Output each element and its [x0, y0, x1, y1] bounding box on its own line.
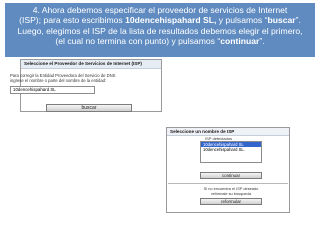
refine-button-label: reformular: [220, 199, 241, 204]
instruction-line-4: (el cual no termina con punto) y pulsamo…: [5, 36, 315, 46]
search-button[interactable]: buscar: [46, 104, 132, 112]
refine-button[interactable]: reformular: [200, 198, 262, 205]
instruction-line-2: (ISP); para esto escribimos 10dencehispa…: [5, 15, 315, 25]
instruction-continuar-word: continuar: [220, 36, 260, 47]
continue-button-label: continuar: [221, 173, 241, 178]
instruction-text: ”.: [259, 36, 265, 47]
refine-note-line-2: refórmale su búsqueda: [211, 191, 251, 196]
instruction-line-1: 4. Ahora debemos especificar el proveedo…: [32, 5, 288, 15]
results-panel-title: Seleccione un nombre de ISP: [167, 128, 289, 136]
instruction-text: ”.: [295, 15, 301, 26]
continue-button[interactable]: continuar: [200, 172, 262, 179]
instruction-text: (ISP); para esto escribimos: [19, 15, 126, 26]
instruction-text: (el cual no termina con punto) y pulsamo…: [55, 36, 221, 47]
instruction-line-3: Luego, elegimos el ISP de la lista de re…: [17, 25, 303, 36]
isp-search-input[interactable]: 10dencehispahard SL: [10, 86, 95, 94]
instruction-text: y pulsamos “: [216, 15, 268, 26]
divider: [168, 183, 288, 184]
refine-note: Si no encuentra el ISP deseado refórmale…: [200, 186, 262, 196]
search-label-line-2: ingrese el nombre o parte del nombre de …: [10, 78, 107, 83]
instruction-isp-name: 10dencehispahard SL,: [125, 15, 217, 26]
isp-results-list[interactable]: 10dencehispahard SL 10dencehispahard SL.: [200, 141, 262, 163]
search-button-label: buscar: [81, 105, 97, 111]
search-label: Para corregir la Entidad Proveedora del …: [10, 73, 115, 83]
isp-option[interactable]: 10dencehispahard SL.: [201, 147, 261, 152]
instruction-buscar-word: buscar: [267, 15, 296, 26]
instructions-banner: 4. Ahora debemos especificar el proveedo…: [5, 3, 315, 57]
search-panel-title: Seleccione el Proveedor de Servicios de …: [21, 60, 161, 69]
